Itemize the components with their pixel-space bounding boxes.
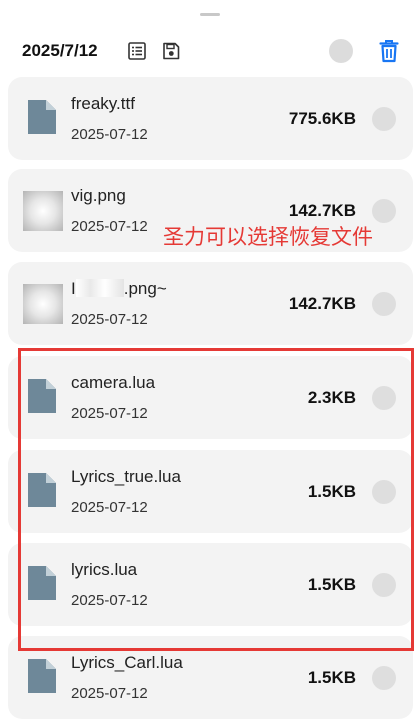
file-row-camera[interactable]: camera.lua 2025-07-12 2.3KB [8, 356, 413, 439]
file-name: freaky.ttf [71, 94, 135, 113]
file-icon [28, 100, 56, 134]
file-name: lyrics.lua [71, 560, 138, 579]
file-row-lyrics-true[interactable]: Lyrics_true.lua 2025-07-12 1.5KB [8, 450, 413, 533]
redacted-text [75, 279, 124, 297]
file-icon [28, 473, 56, 507]
header: 2025/7/12 [0, 34, 420, 68]
file-size: 775.6KB [288, 109, 356, 128]
file-date: 2025-07-12 [71, 405, 148, 422]
file-size: 1.5KB [307, 575, 356, 594]
file-date: 2025-07-12 [71, 685, 148, 702]
file-name: Lyrics_true.lua [71, 467, 181, 486]
file-name-suffix: .png~ [123, 279, 167, 298]
file-date: 2025-07-12 [71, 126, 148, 143]
file-name: I .png~ [71, 279, 167, 299]
trash-icon[interactable] [379, 39, 399, 63]
file-icon [28, 379, 56, 413]
file-date: 2025-07-12 [71, 218, 148, 235]
select-checkbox[interactable] [372, 292, 396, 316]
file-size: 2.3KB [307, 388, 356, 407]
file-row-lyrics[interactable]: lyrics.lua 2025-07-12 1.5KB [8, 543, 413, 626]
select-checkbox[interactable] [372, 573, 396, 597]
file-date: 2025-07-12 [71, 592, 148, 609]
file-size: 142.7KB [288, 201, 356, 220]
file-name: vig.png [71, 186, 126, 205]
annotation-text: 圣力可以选择恢复文件 [163, 225, 373, 249]
file-icon [28, 566, 56, 600]
date-heading: 2025/7/12 [22, 41, 98, 60]
select-checkbox[interactable] [372, 199, 396, 223]
file-size: 1.5KB [307, 668, 356, 687]
image-thumbnail [23, 284, 63, 324]
file-name: camera.lua [71, 373, 156, 392]
select-checkbox[interactable] [372, 386, 396, 410]
file-size: 142.7KB [288, 294, 356, 313]
file-row-freaky[interactable]: freaky.ttf 2025-07-12 775.6KB [8, 77, 413, 160]
select-all-toggle[interactable] [329, 39, 353, 63]
file-name: Lyrics_Carl.lua [71, 653, 183, 672]
file-date: 2025-07-12 [71, 499, 148, 516]
file-date: 2025-07-12 [71, 311, 148, 328]
save-icon[interactable] [162, 42, 180, 60]
file-size: 1.5KB [307, 482, 356, 501]
select-checkbox[interactable] [372, 666, 396, 690]
file-row-redacted-png[interactable]: I .png~ 2025-07-12 142.7KB [8, 262, 413, 345]
select-checkbox[interactable] [372, 107, 396, 131]
select-checkbox[interactable] [372, 480, 396, 504]
image-thumbnail [23, 191, 63, 231]
file-icon [28, 659, 56, 693]
list-icon[interactable] [128, 42, 146, 60]
file-row-lyrics-carl[interactable]: Lyrics_Carl.lua 2025-07-12 1.5KB [8, 636, 413, 719]
drag-handle[interactable] [200, 13, 220, 16]
